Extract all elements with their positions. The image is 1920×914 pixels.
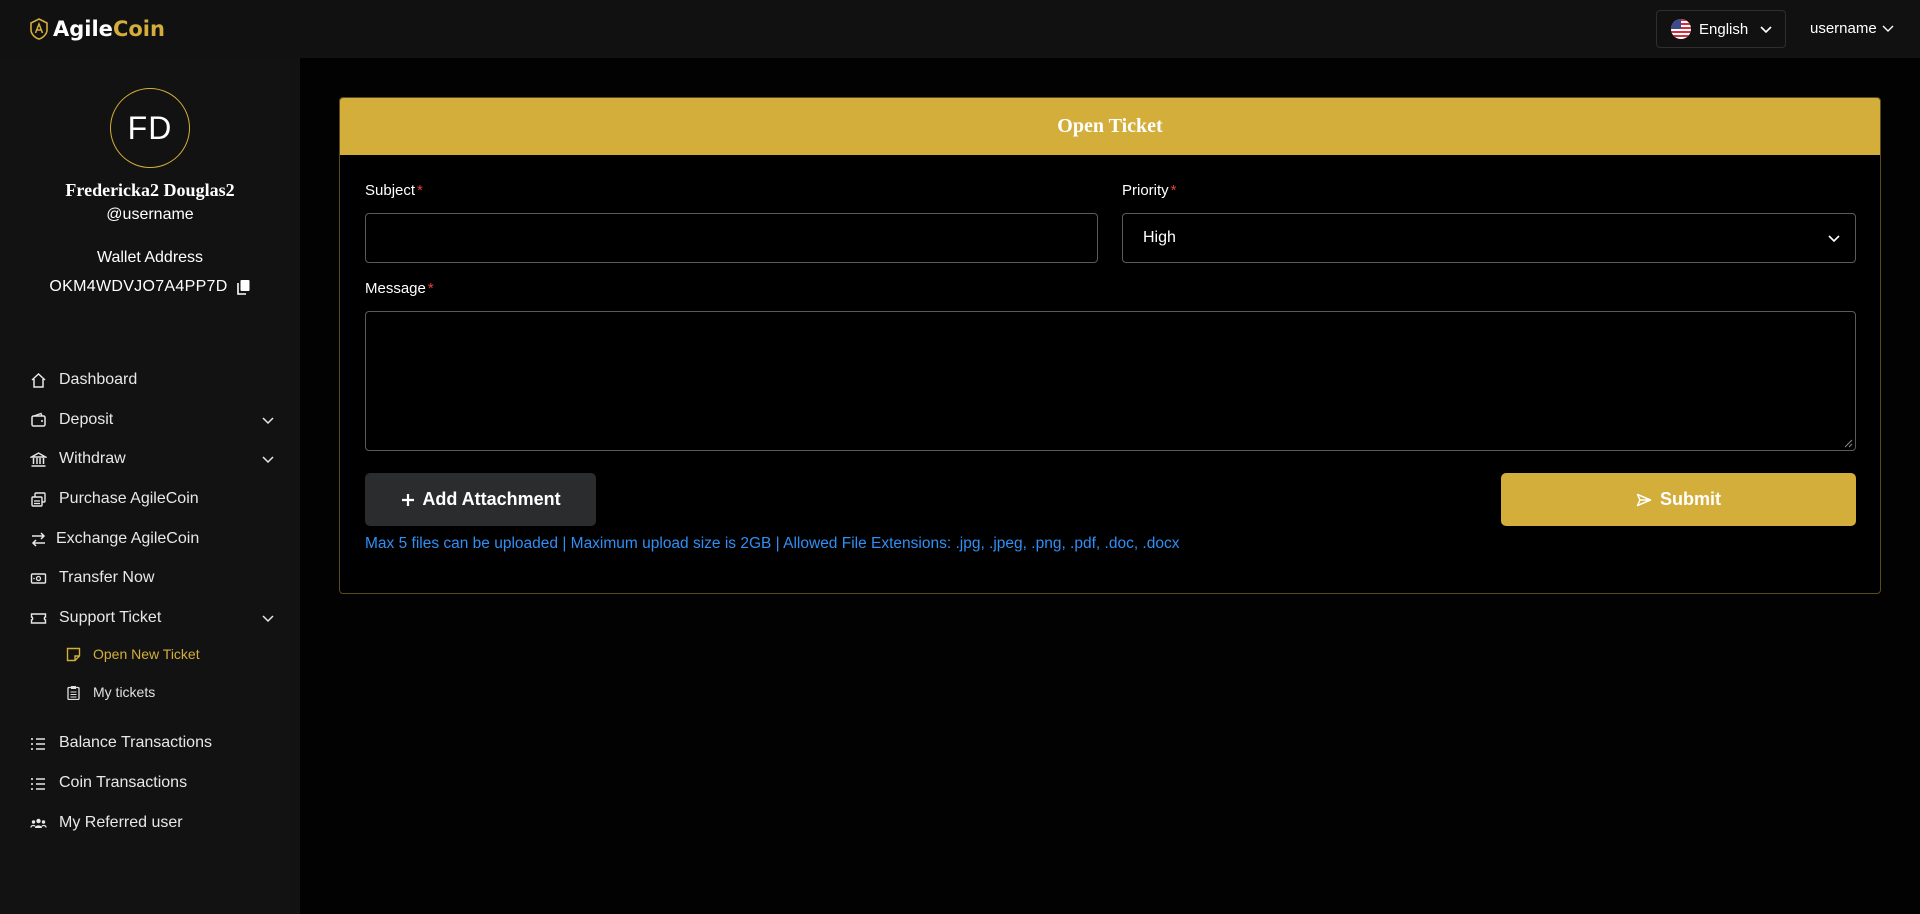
sidebar-item-withdraw[interactable]: Withdraw xyxy=(30,446,275,472)
sidebar-item-label: My Referred user xyxy=(59,814,183,831)
sidebar-subitem-my-tickets[interactable]: My tickets xyxy=(66,680,266,704)
wallet-address-row: OKM4WDVJO7A4PP7D xyxy=(0,278,300,296)
sidebar-item-label: Deposit xyxy=(59,411,114,428)
priority-selected-value: High xyxy=(1143,229,1176,246)
subject-label: Subject * xyxy=(365,182,423,199)
required-asterisk: * xyxy=(427,280,434,297)
profile-name: Fredericka2 Douglas2 xyxy=(65,180,235,200)
list-icon xyxy=(30,735,47,752)
chevron-down-icon xyxy=(261,452,275,466)
sidebar-item-label: Exchange AgileCoin xyxy=(56,530,200,547)
us-flag-icon xyxy=(1671,19,1691,39)
sidebar-item-transfer-now[interactable]: Transfer Now xyxy=(30,565,275,591)
add-attachment-label: Add Attachment xyxy=(422,489,561,509)
sidebar-item-balance-transactions[interactable]: Balance Transactions xyxy=(30,730,275,756)
chevron-down-icon xyxy=(261,611,275,625)
note-icon xyxy=(66,647,81,662)
profile-username: @username xyxy=(106,206,194,223)
coins-icon xyxy=(30,491,47,508)
home-icon xyxy=(30,372,47,389)
money-icon xyxy=(30,570,47,587)
open-ticket-card: Open Ticket Subject * Priority * High Mess… xyxy=(339,97,1881,594)
sidebar-item-coin-transactions[interactable]: Coin Transactions xyxy=(30,770,275,796)
copy-icon[interactable] xyxy=(236,279,251,295)
card-header: Open Ticket xyxy=(340,98,1880,155)
sidebar-item-label: Dashboard xyxy=(59,371,138,388)
ticket-icon xyxy=(30,610,47,627)
sidebar-subitem-label: My tickets xyxy=(93,684,156,700)
chevron-down-icon xyxy=(1827,231,1841,245)
user-menu-label: username xyxy=(1810,19,1877,37)
send-icon xyxy=(1636,493,1652,507)
logo-emblem-icon xyxy=(29,18,49,40)
message-textarea[interactable] xyxy=(365,311,1856,451)
list-icon xyxy=(30,775,47,792)
brand-name-part1: Agile xyxy=(53,17,113,41)
users-icon xyxy=(30,815,47,832)
sidebar: FD Fredericka2 Douglas2 @username Wallet… xyxy=(0,58,300,914)
priority-label: Priority * xyxy=(1122,182,1177,199)
sidebar-item-label: Support Ticket xyxy=(59,609,162,626)
language-selector[interactable]: English xyxy=(1656,10,1786,48)
brand-name-part2: Coin xyxy=(112,17,165,41)
wallet-address-value: OKM4WDVJO7A4PP7D xyxy=(49,278,228,295)
sidebar-item-deposit[interactable]: Deposit xyxy=(30,407,275,433)
sidebar-item-exchange-agilecoin[interactable]: Exchange AgileCoin xyxy=(30,526,275,552)
required-asterisk: * xyxy=(1170,182,1177,199)
sidebar-item-support-ticket[interactable]: Support Ticket xyxy=(30,605,275,631)
submit-label: Submit xyxy=(1660,489,1721,509)
top-bar: AgileCoin English username xyxy=(0,0,1920,58)
wallet-icon xyxy=(30,412,47,429)
priority-select[interactable]: High xyxy=(1122,213,1856,263)
card-title: Open Ticket xyxy=(1057,115,1163,137)
chevron-down-icon xyxy=(1881,21,1895,35)
plus-icon xyxy=(400,492,416,508)
sidebar-subitem-open-new-ticket[interactable]: Open New Ticket xyxy=(66,642,266,666)
user-menu[interactable]: username xyxy=(1810,16,1895,40)
sidebar-item-label: Transfer Now xyxy=(59,569,155,586)
required-asterisk: * xyxy=(417,182,423,199)
language-label: English xyxy=(1699,20,1749,38)
sidebar-item-label: Purchase AgileCoin xyxy=(59,490,199,507)
sidebar-item-purchase-agilecoin[interactable]: Purchase AgileCoin xyxy=(30,486,275,512)
brand-logo[interactable]: AgileCoin xyxy=(29,14,165,44)
sidebar-item-label: Withdraw xyxy=(59,450,126,467)
bank-icon xyxy=(30,451,47,468)
resize-grip-icon[interactable] xyxy=(1844,439,1853,448)
wallet-address-label: Wallet Address xyxy=(96,249,204,266)
sidebar-item-dashboard[interactable]: Dashboard xyxy=(30,367,275,393)
subject-input[interactable] xyxy=(365,213,1098,263)
avatar: FD xyxy=(110,88,190,168)
sidebar-item-label: Balance Transactions xyxy=(59,734,212,751)
chevron-down-icon xyxy=(1759,22,1773,36)
message-label: Message * xyxy=(365,280,434,297)
upload-restrictions-note: Max 5 files can be uploaded | Maximum up… xyxy=(365,535,1180,552)
exchange-icon xyxy=(30,531,47,548)
sidebar-item-my-referred-user[interactable]: My Referred user xyxy=(30,810,275,836)
submit-button[interactable]: Submit xyxy=(1501,473,1856,526)
clipboard-icon xyxy=(66,685,81,700)
sidebar-subitem-label: Open New Ticket xyxy=(93,646,200,662)
sidebar-item-label: Coin Transactions xyxy=(59,774,188,791)
add-attachment-button[interactable]: Add Attachment xyxy=(365,473,596,526)
avatar-initials: FD xyxy=(127,109,173,146)
chevron-down-icon xyxy=(261,413,275,427)
